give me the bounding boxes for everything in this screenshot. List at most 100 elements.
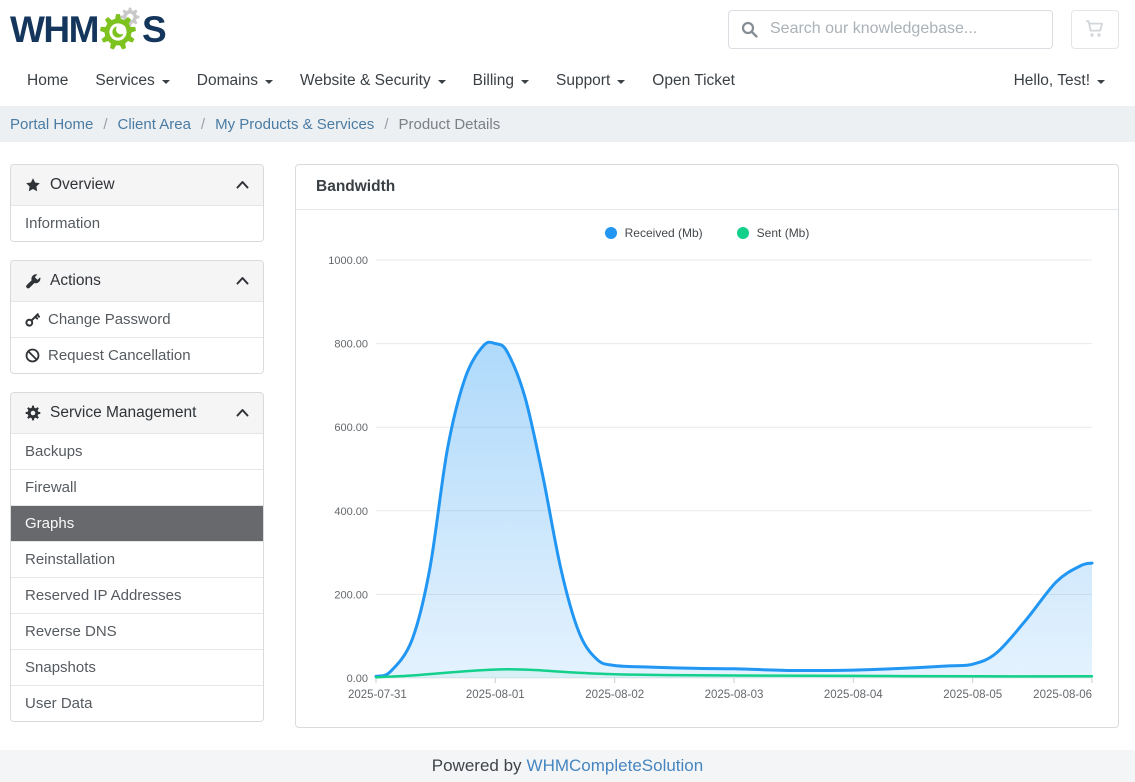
svg-text:0.00: 0.00 bbox=[347, 673, 368, 685]
sidebar-panel-actions: Actions Change Password Request Cancellati… bbox=[10, 260, 264, 374]
sidebar-item-change-password[interactable]: Change Password bbox=[11, 301, 263, 337]
chevron-up-icon bbox=[236, 408, 249, 417]
legend-item-received[interactable]: Received (Mb) bbox=[605, 226, 703, 240]
sidebar-panel-header-actions[interactable]: Actions bbox=[11, 261, 263, 301]
sidebar-panel-title: Service Management bbox=[50, 404, 227, 422]
sidebar-item-graphs[interactable]: Graphs bbox=[11, 505, 263, 541]
sidebar-item-request-cancellation[interactable]: Request Cancellation bbox=[11, 337, 263, 373]
collapse-toggle[interactable] bbox=[236, 404, 249, 422]
sidebar-item-reverse-dns[interactable]: Reverse DNS bbox=[11, 613, 263, 649]
svg-text:400.00: 400.00 bbox=[334, 506, 368, 518]
svg-text:2025-08-06: 2025-08-06 bbox=[1033, 689, 1092, 701]
sidebar-panel-header-service-management[interactable]: Service Management bbox=[11, 393, 263, 433]
svg-text:2025-08-04: 2025-08-04 bbox=[824, 689, 883, 701]
svg-text:2025-08-01: 2025-08-01 bbox=[466, 689, 525, 701]
sidebar-item-label: Reinstallation bbox=[25, 551, 115, 568]
sidebar-item-label: User Data bbox=[25, 695, 93, 712]
sidebar-item-information[interactable]: Information bbox=[11, 205, 263, 241]
logo-text-left: WHM bbox=[10, 11, 98, 48]
legend-label-received: Received (Mb) bbox=[625, 226, 703, 240]
chevron-down-icon bbox=[521, 80, 529, 84]
knowledgebase-search bbox=[728, 10, 1053, 49]
search-input[interactable] bbox=[768, 19, 1040, 39]
nav-item-open-ticket[interactable]: Open Ticket bbox=[652, 72, 735, 90]
sidebar-item-label: Request Cancellation bbox=[48, 347, 191, 364]
breadcrumb-separator: / bbox=[103, 116, 107, 133]
sidebar: Overview Information Actions Change Passwor… bbox=[10, 164, 264, 740]
nav-item-label: Support bbox=[556, 72, 610, 90]
breadcrumb-separator: / bbox=[384, 116, 388, 133]
account-menu[interactable]: Hello, Test! bbox=[1014, 72, 1105, 90]
shopping-cart-icon bbox=[1084, 19, 1106, 39]
sidebar-item-label: Firewall bbox=[25, 479, 77, 496]
chevron-up-icon bbox=[236, 180, 249, 189]
chevron-down-icon bbox=[1097, 80, 1105, 84]
collapse-toggle[interactable] bbox=[236, 176, 249, 194]
bandwidth-card: Bandwidth Received (Mb) Sent (Mb) 0.00 20… bbox=[295, 164, 1119, 728]
nav-item-website-security[interactable]: Website & Security bbox=[300, 72, 446, 90]
breadcrumb-client-area[interactable]: Client Area bbox=[118, 116, 191, 133]
legend-dot-sent bbox=[737, 227, 749, 239]
nav-item-billing[interactable]: Billing bbox=[473, 72, 529, 90]
sidebar-item-snapshots[interactable]: Snapshots bbox=[11, 649, 263, 685]
card-title: Bandwidth bbox=[296, 165, 1118, 210]
nav-item-label: Open Ticket bbox=[652, 72, 735, 90]
gear-logo-icon bbox=[97, 7, 144, 51]
breadcrumb-my-products-services[interactable]: My Products & Services bbox=[215, 116, 374, 133]
key-icon bbox=[25, 312, 40, 327]
wrench-icon bbox=[25, 273, 41, 289]
svg-text:800.00: 800.00 bbox=[334, 339, 368, 351]
sidebar-panel-header-overview[interactable]: Overview bbox=[11, 165, 263, 205]
nav-item-home[interactable]: Home bbox=[27, 72, 68, 90]
svg-text:600.00: 600.00 bbox=[334, 422, 368, 434]
chevron-down-icon bbox=[265, 80, 273, 84]
sidebar-item-firewall[interactable]: Firewall bbox=[11, 469, 263, 505]
svg-text:2025-08-02: 2025-08-02 bbox=[585, 689, 644, 701]
star-icon bbox=[25, 177, 41, 193]
cart-button[interactable] bbox=[1071, 10, 1119, 49]
chevron-down-icon bbox=[162, 80, 170, 84]
breadcrumb: Portal Home / Client Area / My Products & Se… bbox=[0, 106, 1135, 142]
nav-item-label: Billing bbox=[473, 72, 514, 90]
collapse-toggle[interactable] bbox=[236, 272, 249, 290]
sidebar-item-label: Information bbox=[25, 215, 100, 232]
sidebar-item-label: Reverse DNS bbox=[25, 623, 117, 640]
chart-legend: Received (Mb) Sent (Mb) bbox=[314, 218, 1100, 242]
gear-icon bbox=[25, 405, 41, 421]
sidebar-panel-title: Overview bbox=[50, 176, 227, 194]
sidebar-item-reserved-ip-addresses[interactable]: Reserved IP Addresses bbox=[11, 577, 263, 613]
nav-item-domains[interactable]: Domains bbox=[197, 72, 273, 90]
chevron-down-icon bbox=[617, 80, 625, 84]
breadcrumb-portal-home[interactable]: Portal Home bbox=[10, 116, 93, 133]
breadcrumb-product-details: Product Details bbox=[398, 116, 500, 133]
nav-item-label: Website & Security bbox=[300, 72, 431, 90]
bandwidth-chart: 0.00200.00400.00600.00800.001000.002025-… bbox=[314, 242, 1100, 712]
nav-item-label: Home bbox=[27, 72, 68, 90]
nav-item-label: Domains bbox=[197, 72, 258, 90]
search-icon bbox=[741, 21, 758, 38]
sidebar-item-user-data[interactable]: User Data bbox=[11, 685, 263, 721]
chevron-down-icon bbox=[438, 80, 446, 84]
legend-item-sent[interactable]: Sent (Mb) bbox=[737, 226, 810, 240]
whmcs-logo[interactable]: WHM S bbox=[10, 7, 165, 51]
legend-label-sent: Sent (Mb) bbox=[757, 226, 810, 240]
sidebar-item-label: Graphs bbox=[25, 515, 74, 532]
nav-item-label: Services bbox=[95, 72, 154, 90]
footer-text: Powered by bbox=[432, 756, 522, 776]
chevron-up-icon bbox=[236, 276, 249, 285]
svg-text:1000.00: 1000.00 bbox=[328, 255, 368, 267]
whmcompletesolution-link[interactable]: WHMCompleteSolution bbox=[527, 756, 704, 776]
svg-text:2025-07-31: 2025-07-31 bbox=[348, 689, 407, 701]
sidebar-item-backups[interactable]: Backups bbox=[11, 433, 263, 469]
breadcrumb-separator: / bbox=[201, 116, 205, 133]
sidebar-item-label: Snapshots bbox=[25, 659, 96, 676]
svg-text:2025-08-03: 2025-08-03 bbox=[705, 689, 764, 701]
svg-text:2025-08-05: 2025-08-05 bbox=[943, 689, 1002, 701]
nav-item-services[interactable]: Services bbox=[95, 72, 169, 90]
sidebar-panel-title: Actions bbox=[50, 272, 227, 290]
ban-icon bbox=[25, 348, 40, 363]
sidebar-item-reinstallation[interactable]: Reinstallation bbox=[11, 541, 263, 577]
legend-dot-received bbox=[605, 227, 617, 239]
nav-item-support[interactable]: Support bbox=[556, 72, 625, 90]
sidebar-panel-service-management: Service Management Backups Firewall Graphs R… bbox=[10, 392, 264, 722]
